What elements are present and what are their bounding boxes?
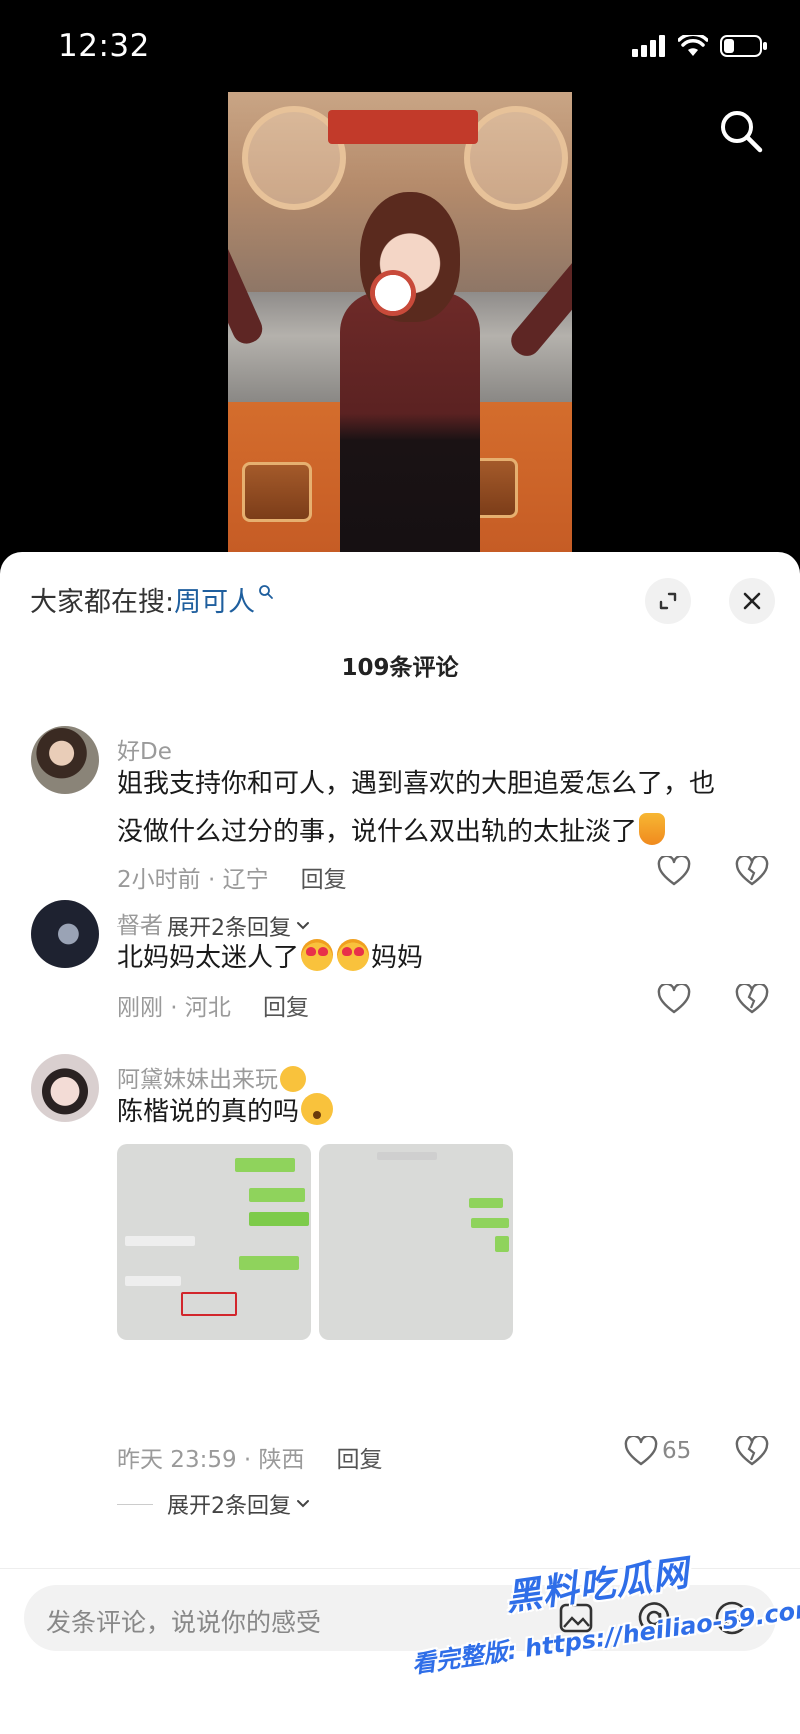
status-time: 12:32 xyxy=(58,28,150,64)
stage-drum xyxy=(242,462,312,522)
heart-icon xyxy=(657,984,691,1014)
reply-button[interactable]: 回复 xyxy=(301,860,347,894)
reply-button[interactable]: 回复 xyxy=(263,988,309,1022)
expand-replies-button[interactable]: 展开2条回复 xyxy=(117,1488,311,1520)
at-icon[interactable] xyxy=(636,1600,672,1636)
hot-search-keyword[interactable]: 周可人 xyxy=(174,580,255,619)
hot-search-prefix: 大家都在搜: xyxy=(30,587,175,618)
comment-input-placeholder: 发条评论，说说你的感受 xyxy=(46,1608,322,1637)
comment-text-line: 姐我支持你和可人，遇到喜欢的大胆追爱怎么了，也 xyxy=(117,769,716,799)
comment-text: 北妈妈太迷人了 妈妈 xyxy=(117,934,777,982)
chevron-down-icon xyxy=(297,1500,309,1508)
expand-icon xyxy=(659,592,677,610)
thumbs-down-emoji-icon xyxy=(639,813,666,845)
close-button[interactable] xyxy=(729,578,775,624)
comment-item: 好De 姐我支持你和可人，遇到喜欢的大胆追爱怎么了，也 没做什么过分的事，说什么… xyxy=(0,726,800,941)
status-bar: 12:32 xyxy=(0,0,800,96)
like-button[interactable] xyxy=(657,856,691,886)
video-frame[interactable] xyxy=(228,92,572,562)
wifi-icon xyxy=(678,35,708,56)
stage-decoration xyxy=(464,106,568,210)
person-body xyxy=(340,292,480,562)
search-icon xyxy=(259,584,274,599)
battery-icon xyxy=(720,35,767,57)
expand-button[interactable] xyxy=(645,578,691,624)
comment-text-part: 北妈妈太迷人了 xyxy=(117,943,300,973)
close-icon xyxy=(743,592,761,610)
comment-input-bar: 发条评论，说说你的感受 xyxy=(0,1568,800,1734)
comment-text: 姐我支持你和可人，遇到喜欢的大胆追爱怎么了，也 没做什么过分的事，说什么双出轨的… xyxy=(117,760,777,856)
dislike-button[interactable] xyxy=(735,984,769,1014)
comment-images xyxy=(117,1144,513,1340)
search-button[interactable] xyxy=(718,108,770,160)
heart-icon xyxy=(624,1436,658,1466)
comment-text-part: 陈楷说的真的吗 xyxy=(117,1097,300,1127)
comment-image[interactable] xyxy=(319,1144,513,1340)
comment-meta: 2小时前 · 辽宁 回复 xyxy=(117,860,347,894)
avatar[interactable] xyxy=(31,726,99,794)
heart-icon xyxy=(657,856,691,886)
signal-icon xyxy=(632,35,665,57)
status-icons xyxy=(632,34,768,58)
like-button[interactable]: 65 xyxy=(624,1436,691,1466)
comment-time-location: 2小时前 · 辽宁 xyxy=(117,867,269,893)
divider xyxy=(117,1503,153,1505)
reply-button[interactable]: 回复 xyxy=(337,1440,383,1474)
avatar[interactable] xyxy=(31,1054,99,1122)
comment-time-location: 昨天 23:59 · 陕西 xyxy=(117,1447,305,1473)
name-badge xyxy=(370,270,416,316)
broken-heart-icon xyxy=(735,984,769,1014)
broken-heart-icon xyxy=(735,856,769,886)
comment-time-location: 刚刚 · 河北 xyxy=(117,995,231,1021)
avatar[interactable] xyxy=(31,900,99,968)
like-button[interactable] xyxy=(657,984,691,1014)
comment-item: 督者 北妈妈太迷人了 妈妈 刚刚 · 河北 回复 xyxy=(0,900,800,1040)
dislike-button[interactable] xyxy=(735,1436,769,1466)
dislike-button[interactable] xyxy=(735,856,769,886)
image-icon[interactable] xyxy=(558,1600,594,1636)
hot-search[interactable]: 大家都在搜: 周可人 xyxy=(30,580,274,619)
comment-text-line: 没做什么过分的事，说什么双出轨的太扯淡了 xyxy=(117,817,638,847)
like-count: 65 xyxy=(662,1438,692,1464)
emoji-icon[interactable] xyxy=(714,1600,750,1636)
pleading-emoji-icon xyxy=(301,1093,334,1125)
comment-image[interactable] xyxy=(117,1144,311,1340)
stage-banner xyxy=(328,110,478,144)
expand-replies-label: 展开2条回复 xyxy=(167,1494,291,1519)
comment-text: 陈楷说的真的吗 xyxy=(117,1088,777,1136)
comments-sheet: 大家都在搜: 周可人 109条评论 好De 姐我支持你和可人，遇到喜欢的大胆追爱… xyxy=(0,552,800,1733)
comment-meta: 昨天 23:59 · 陕西 回复 xyxy=(117,1440,383,1474)
comment-text-part: 妈妈 xyxy=(371,943,424,973)
comment-meta: 刚刚 · 河北 回复 xyxy=(117,988,309,1022)
heart-eyes-emoji-icon xyxy=(337,939,370,971)
broken-heart-icon xyxy=(735,1436,769,1466)
search-icon xyxy=(721,111,763,153)
comment-count: 109条评论 xyxy=(341,655,459,681)
heart-eyes-emoji-icon xyxy=(301,939,334,971)
